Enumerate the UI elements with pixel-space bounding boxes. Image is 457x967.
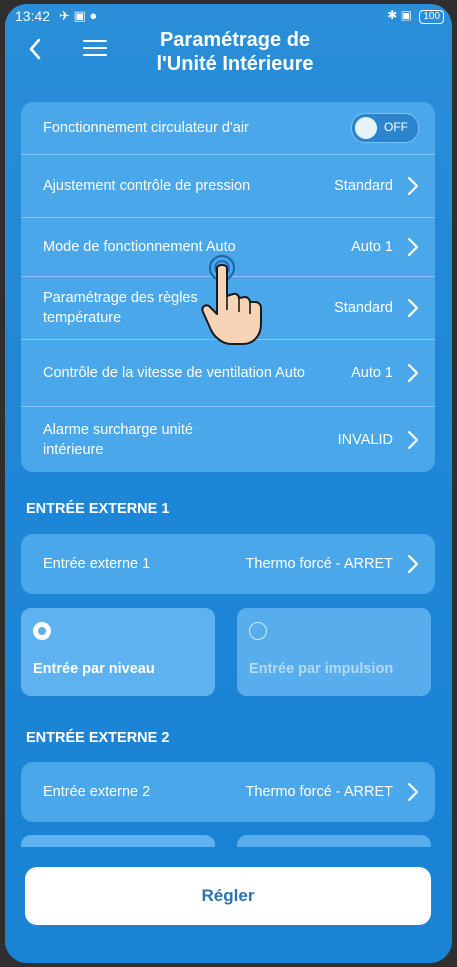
vent-speed-label: Contrôle de la vitesse de ventilation Au… [43, 365, 305, 381]
choice-level-input[interactable]: Entrée par niveau [21, 608, 215, 696]
chevron-right-icon [407, 782, 419, 802]
page-title-line1: Paramétrage de [159, 29, 311, 51]
apply-button[interactable]: Régler [25, 867, 431, 925]
chevron-right-icon [407, 554, 419, 574]
section-title-external2: ENTRÉE EXTERNE 2 [26, 730, 170, 746]
chevron-right-icon [407, 363, 419, 383]
page-title-line2: l'Unité Intérieure [156, 53, 314, 75]
choice-pulse-label: Entrée par impulsion [249, 661, 394, 677]
battery-icon: 100 [419, 10, 444, 24]
pressure-control-label: Ajustement contrôle de pression [43, 178, 251, 194]
overload-alarm-value: INVALID [337, 432, 393, 448]
external1-card: Entrée externe 1 Thermo forcé - ARRET [21, 534, 435, 594]
chevron-right-icon [407, 237, 419, 257]
app-header: Paramétrage de l'Unité Intérieure [5, 28, 452, 92]
status-icons-right: ✱ ▣ 100 [387, 8, 444, 24]
menu-icon[interactable] [83, 40, 107, 56]
chevron-right-icon [407, 430, 419, 450]
toggle-knob [355, 117, 377, 139]
choice-level-label: Entrée par niveau [33, 661, 155, 677]
temp-rules-label: Paramétrage des règles température [43, 290, 198, 326]
row-vent-speed[interactable]: Contrôle de la vitesse de ventilation Au… [21, 340, 435, 407]
row-overload-alarm[interactable]: Alarme surcharge unité intérieure INVALI… [21, 407, 435, 473]
tap-hand-icon [201, 255, 262, 345]
external2-card: Entrée externe 2 Thermo forcé - ARRET [21, 762, 435, 822]
row-external1[interactable]: Entrée externe 1 Thermo forcé - ARRET [21, 534, 435, 594]
choice-pulse-input[interactable]: Entrée par impulsion [237, 608, 431, 696]
external1-label: Entrée externe 1 [43, 556, 151, 572]
app-screen: 13:42 ✈ ▣ ● ✱ ▣ 100 Paramétrage de l'Uni… [5, 4, 452, 963]
external2-value: Thermo forcé - ARRET [245, 784, 393, 800]
chevron-right-icon [407, 176, 419, 196]
temp-rules-value: Standard [334, 300, 393, 316]
vent-speed-value: Auto 1 [351, 365, 393, 381]
fan-circulator-toggle[interactable]: OFF [351, 113, 419, 143]
page-title: Paramétrage de l'Unité Intérieure [115, 28, 355, 76]
pressure-control-value: Standard [334, 178, 393, 194]
back-icon[interactable] [23, 36, 49, 62]
overload-alarm-label: Alarme surcharge unité intérieure [43, 422, 193, 458]
row-pressure-control[interactable]: Ajustement contrôle de pression Standard [21, 155, 435, 218]
status-time: 13:42 [15, 8, 51, 24]
toggle-label: OFF [384, 120, 408, 134]
status-bar: 13:42 ✈ ▣ ● ✱ ▣ 100 [5, 4, 452, 30]
row-fan-circulator: Fonctionnement circulateur d'air OFF [21, 102, 435, 155]
radio-unselected-icon [249, 622, 267, 640]
chevron-right-icon [407, 298, 419, 318]
external2-label: Entrée externe 2 [43, 784, 151, 800]
bottom-bar: Régler [5, 847, 452, 963]
status-icons-left: ✈ ▣ ● [59, 8, 98, 23]
fan-circulator-label: Fonctionnement circulateur d'air [43, 120, 249, 136]
section-title-external1: ENTRÉE EXTERNE 1 [26, 501, 170, 517]
radio-selected-icon [33, 622, 51, 640]
external1-value: Thermo forcé - ARRET [245, 556, 393, 572]
auto-mode-value: Auto 1 [351, 239, 393, 255]
row-external2[interactable]: Entrée externe 2 Thermo forcé - ARRET [21, 762, 435, 822]
